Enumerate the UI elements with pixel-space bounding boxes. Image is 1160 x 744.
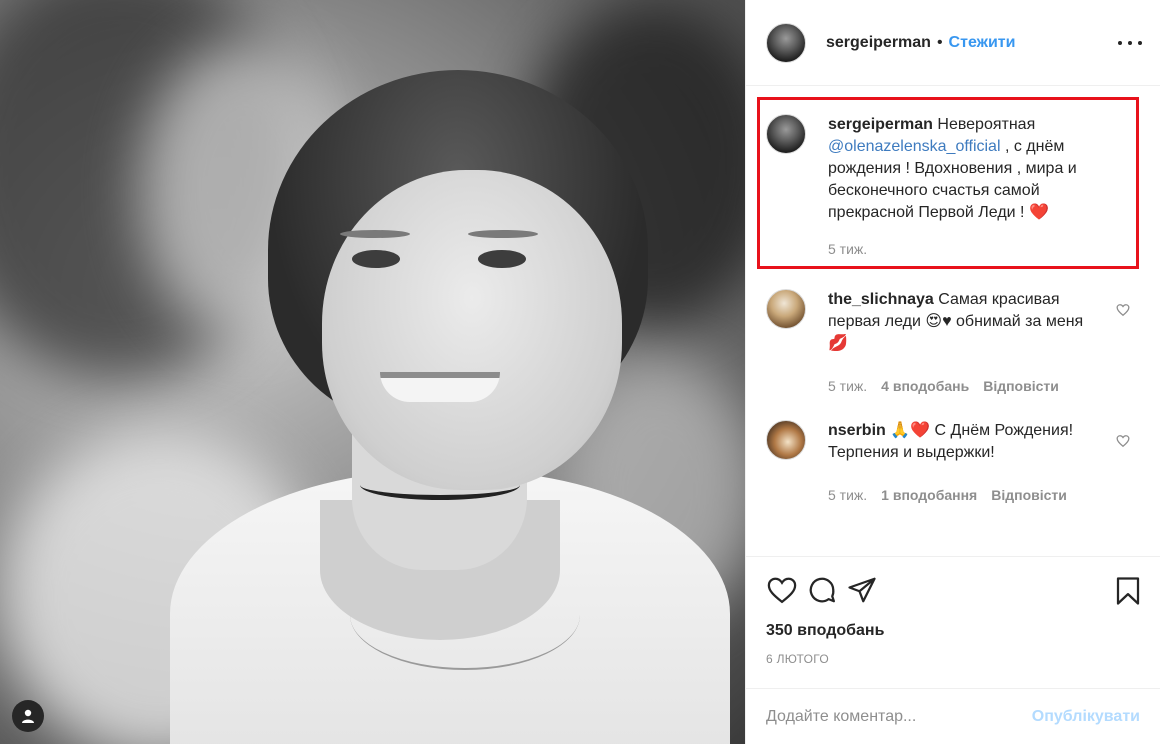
user-tag-icon: [22, 709, 34, 723]
header-username[interactable]: sergeiperman: [826, 34, 931, 52]
publish-button[interactable]: Опублікувати: [1032, 708, 1140, 726]
more-icon-dot: [1138, 41, 1142, 45]
comment-body: nserbin 🙏❤️ С Днём Рождения! Терпения и …: [828, 420, 1094, 506]
add-comment-bar: Опублікувати: [746, 688, 1160, 744]
like-button[interactable]: [762, 570, 802, 610]
photo-subject-necklace: [350, 560, 580, 670]
comment-body: the_slichnaya Самая красивая первая леди…: [828, 289, 1094, 397]
like-comment-icon[interactable]: [1116, 303, 1130, 317]
list-item: the_slichnaya Самая красивая первая леди…: [766, 289, 1126, 397]
comment-time[interactable]: 5 тиж.: [828, 484, 867, 506]
instagram-post: sergeiperman • Стежити sergeiperman Неве…: [0, 0, 1160, 744]
more-icon: [1118, 41, 1122, 45]
photo-subject-brow: [468, 230, 538, 238]
post-sidebar: sergeiperman • Стежити sergeiperman Неве…: [745, 0, 1160, 744]
header-separator: •: [936, 33, 943, 51]
reply-button[interactable]: Відповісти: [983, 375, 1059, 397]
like-comment-icon[interactable]: [1116, 434, 1130, 448]
comment-time[interactable]: 5 тиж.: [828, 238, 867, 260]
user-tag-button[interactable]: [12, 700, 44, 732]
photo-subject-smile: [380, 372, 500, 402]
avatar[interactable]: [766, 420, 806, 460]
comment-input[interactable]: [766, 707, 1032, 726]
caption-body: sergeiperman Невероятная @olenazelenska_…: [828, 114, 1094, 260]
post-header: sergeiperman • Стежити: [746, 0, 1160, 86]
caption: sergeiperman Невероятная @olenazelenska_…: [766, 114, 1126, 260]
avatar[interactable]: [766, 289, 806, 329]
post-photo[interactable]: [0, 0, 745, 744]
post-date[interactable]: 6 ЛЮТОГО: [746, 652, 1160, 672]
bookmark-icon: [1116, 577, 1140, 605]
comment-meta: 5 тиж. 1 вподобання Відповісти: [828, 484, 1094, 506]
caption-username[interactable]: sergeiperman: [828, 116, 933, 133]
comment-button[interactable]: [802, 570, 842, 610]
post-actions: [746, 556, 1160, 622]
comment-username[interactable]: nserbin: [828, 422, 886, 439]
share-button[interactable]: [842, 570, 882, 610]
heart-emoji: ❤️: [1028, 204, 1049, 221]
photo-subject-face: [322, 170, 622, 490]
photo-subject-brow: [340, 230, 410, 238]
more-icon-dot: [1128, 41, 1132, 45]
heart-icon: [767, 577, 797, 603]
comment-likes[interactable]: 1 вподобання: [881, 484, 977, 506]
comment-likes[interactable]: 4 вподобань: [881, 375, 969, 397]
comment-time[interactable]: 5 тиж.: [828, 375, 867, 397]
mention-link[interactable]: @olenazelenska_official: [828, 138, 1001, 155]
share-icon: [848, 577, 876, 602]
save-button[interactable]: [1108, 571, 1148, 611]
list-item: nserbin 🙏❤️ С Днём Рождения! Терпения и …: [766, 420, 1126, 506]
avatar[interactable]: [766, 22, 806, 63]
likes-count[interactable]: 350 вподобань: [746, 622, 1160, 646]
comment-username[interactable]: the_slichnaya: [828, 291, 934, 308]
photo-subject-eye: [478, 250, 526, 268]
more-options-button[interactable]: [1118, 33, 1142, 53]
follow-button[interactable]: Стежити: [949, 34, 1016, 52]
comments-list[interactable]: sergeiperman Невероятная @olenazelenska_…: [746, 86, 1160, 556]
photo-subject-eye: [352, 250, 400, 268]
avatar[interactable]: [766, 114, 806, 154]
comment-meta: 5 тиж. 4 вподобань Відповісти: [828, 375, 1094, 397]
photo-subject-choker: [360, 470, 520, 500]
reply-button[interactable]: Відповісти: [991, 484, 1067, 506]
comment-icon: [809, 577, 835, 602]
caption-text: Невероятная: [932, 116, 1036, 133]
caption-meta: 5 тиж.: [828, 238, 1094, 260]
